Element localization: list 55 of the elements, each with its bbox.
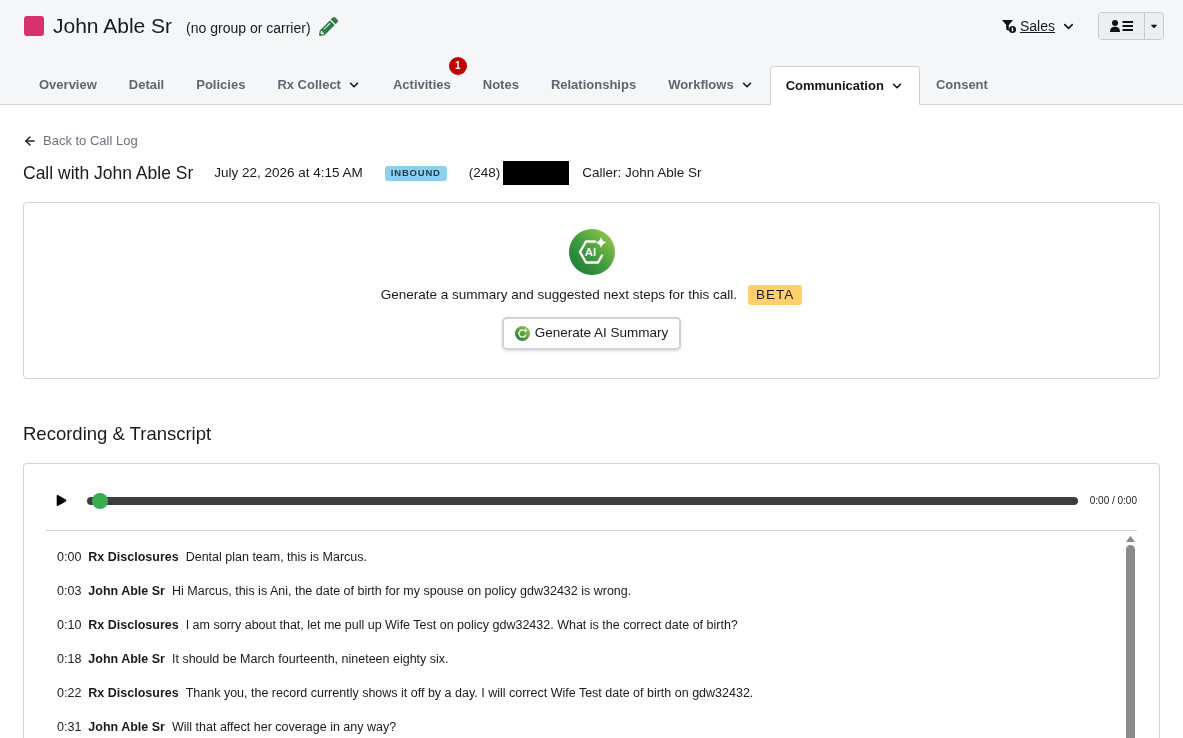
playback-time: 0:00 / 0:00 bbox=[1089, 494, 1137, 507]
transcript-time: 0:03 bbox=[57, 583, 82, 599]
play-button[interactable] bbox=[54, 493, 68, 508]
transcript-text: It should be March fourteenth, nineteen eighty six. bbox=[172, 651, 449, 667]
pencil-icon[interactable] bbox=[318, 16, 338, 36]
transcript-time: 0:10 bbox=[57, 617, 82, 633]
section-heading: Recording & Transcript bbox=[23, 423, 213, 445]
speaker-name: John Able Sr bbox=[88, 719, 165, 735]
tab[interactable]: Relationships bbox=[534, 65, 653, 104]
scrollbar-thumb[interactable] bbox=[1125, 545, 1135, 738]
speaker-name: Rx Disclosures bbox=[88, 617, 179, 633]
status-square-icon bbox=[24, 16, 44, 36]
speaker-name: Rx Disclosures bbox=[88, 685, 179, 701]
contact-subtitle: (no group or carrier) bbox=[186, 18, 311, 37]
transcript-time: 0:18 bbox=[57, 651, 82, 667]
filter-icon bbox=[1001, 19, 1016, 33]
seek-thumb[interactable] bbox=[92, 492, 108, 509]
contact-name: John Able Sr bbox=[53, 13, 173, 39]
transcript-text: Dental plan team, this is Marcus. bbox=[185, 549, 367, 565]
tab[interactable]: Consent bbox=[919, 65, 1004, 104]
caller-name: Caller: John Able Sr bbox=[582, 164, 702, 182]
ai-logo-icon: AI bbox=[568, 229, 615, 275]
generate-ai-summary-button[interactable]: Generate AI Summary bbox=[501, 317, 682, 350]
ai-summary-prompt: Generate a summary and suggested next steps for this call. bbox=[380, 286, 738, 304]
play-icon bbox=[55, 495, 67, 506]
tab[interactable]: Notes bbox=[466, 65, 535, 104]
phone-area-code: (248) bbox=[468, 164, 501, 182]
scroll-up-arrow-icon[interactable] bbox=[1125, 536, 1135, 542]
transcript-text: Will that affect her coverage in any way? bbox=[172, 719, 397, 735]
beta-badge: BETA bbox=[748, 285, 803, 305]
ai-sparkle-icon bbox=[514, 326, 530, 341]
tab[interactable]: Policies bbox=[180, 65, 262, 104]
notification-badge: 1 bbox=[448, 57, 467, 75]
dropdown-button[interactable] bbox=[1145, 13, 1163, 39]
sales-filter[interactable]: Sales bbox=[1019, 17, 1055, 35]
tab[interactable]: Detail bbox=[112, 65, 181, 104]
transcript-text: I am sorry about that, let me pull up Wife Test on policy gdw32432. What is the correct date of birth? bbox=[185, 617, 738, 633]
transcript-time: 0:22 bbox=[57, 685, 82, 701]
tab[interactable]: Overview bbox=[23, 65, 113, 104]
call-title: Call with John Able Sr bbox=[23, 162, 194, 184]
tab[interactable]: Workflows bbox=[652, 65, 770, 104]
transcript-text: Thank you, the record currently shows it off by a day. I will correct Wife Test date of birth on gdw32432. bbox=[185, 685, 754, 701]
tab[interactable]: Communication bbox=[769, 66, 920, 105]
transcript-time: 0:00 bbox=[57, 549, 82, 565]
contact-menu-button[interactable] bbox=[1099, 13, 1145, 39]
back-link[interactable]: Back to Call Log bbox=[43, 133, 138, 149]
person-list-icon bbox=[1109, 20, 1134, 32]
transcript-time: 0:31 bbox=[57, 719, 82, 735]
transcript-text: Hi Marcus, this is Ani, the date of birth for my spouse on policy gdw32432 is wrong. bbox=[172, 583, 632, 599]
speaker-name: John Able Sr bbox=[88, 583, 165, 599]
direction-badge: INBOUND bbox=[384, 165, 447, 181]
speaker-name: John Able Sr bbox=[88, 651, 165, 667]
call-datetime: July 22, 2026 at 4:15 AM bbox=[214, 164, 363, 182]
tab[interactable]: Rx Collect bbox=[261, 65, 377, 104]
speaker-name: Rx Disclosures bbox=[88, 549, 179, 565]
